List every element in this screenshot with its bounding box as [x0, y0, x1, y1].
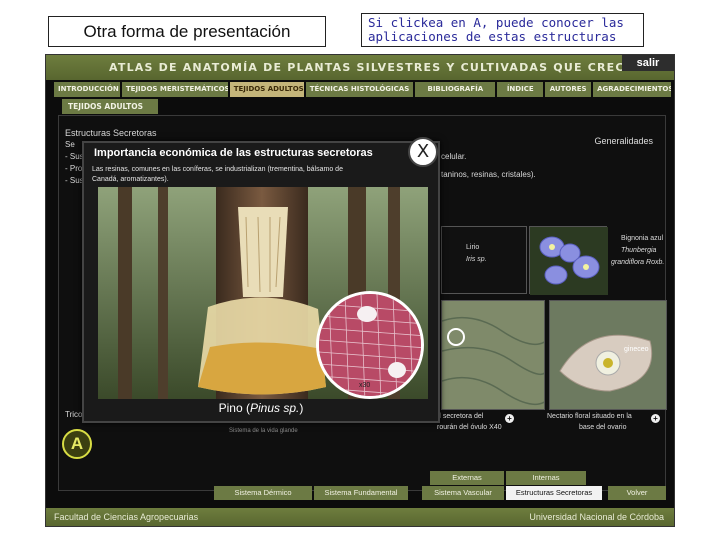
flower-ovary-image — [550, 301, 666, 409]
secretory-cell-micrograph[interactable] — [441, 300, 545, 410]
background-line-se: Se — [65, 140, 75, 149]
nectary-thumbnail[interactable]: gineceo — [549, 300, 667, 410]
footer-faculty: Facultad de Ciencias Agropecuarias — [54, 512, 199, 522]
subnav-tejidos-adultos[interactable]: TEJIDOS ADULTOS — [62, 99, 158, 114]
modal-body-line-1: Las resinas, comunes en las coníferas, s… — [92, 166, 343, 173]
lirio-thumbnail[interactable]: Lirio Iris sp. — [441, 226, 527, 294]
caption-bottom-left: Sistema de la vida glande — [229, 428, 298, 434]
background-heading: Estructuras Secretoras — [65, 128, 157, 138]
applications-a-button[interactable]: A — [62, 429, 92, 459]
plus-icon[interactable]: + — [651, 414, 660, 423]
background-right-1: celular. — [441, 152, 467, 161]
slide-caption-right: Si clickea en A, puede conocer las aplic… — [361, 13, 644, 47]
background-bullet-3: - Sus — [65, 176, 84, 185]
modal-title: Importancia económica de las estructuras… — [94, 147, 373, 159]
volver-button[interactable]: Volver — [608, 486, 666, 500]
slide-caption-left: Otra forma de presentación — [48, 16, 326, 47]
blue-flower-image — [530, 227, 608, 295]
pine-resin-photo: x30 — [98, 187, 428, 399]
background-bullet-1: - Sus — [65, 152, 84, 161]
modal-body: Las resinas, comunes en las coníferas, s… — [92, 165, 392, 185]
tab-externas[interactable]: Externas — [430, 471, 504, 485]
bignonia-species: grandiflora Roxb. — [611, 259, 665, 266]
app-header: ATLAS DE ANATOMÍA DE PLANTAS SILVESTRES … — [46, 55, 674, 80]
main-nav: INTRODUCCIÓN TEJIDOS MERISTEMÁTICOS TEJI… — [54, 82, 671, 97]
photo-caption-species: Pinus sp. — [250, 401, 300, 415]
tab-tejidos-adultos[interactable]: TEJIDOS ADULTOS — [229, 82, 304, 97]
tab-autores[interactable]: AUTORES — [545, 82, 592, 97]
caption-nectario-2: base del ovario — [579, 424, 627, 431]
slide: Otra forma de presentación Si clickea en… — [0, 0, 720, 540]
lirio-species: Iris sp. — [466, 256, 487, 263]
bignonia-genus: Thunbergia — [621, 247, 657, 254]
caption-secretora-2: rourán del óvulo X40 — [437, 424, 502, 431]
tab-introduccion[interactable]: INTRODUCCIÓN — [54, 82, 120, 97]
caption-nectario-1: Nectario floral situado en la — [547, 413, 632, 420]
bignonia-thumbnail[interactable] — [529, 226, 608, 295]
gineceo-label: gineceo — [624, 346, 649, 353]
background-bullet-2: - Pro — [65, 164, 83, 173]
atlas-app-window: ATLAS DE ANATOMÍA DE PLANTAS SILVESTRES … — [45, 54, 675, 527]
photo-caption-prefix: Pino ( — [218, 401, 250, 415]
background-right-2: taninos, resinas, cristales). — [441, 170, 536, 179]
tab-tejidos-meristematicos[interactable]: TEJIDOS MERISTEMÁTICOS — [121, 82, 228, 97]
tab-estructuras-secretoras[interactable]: Estructuras Secretoras — [506, 486, 602, 500]
caption-secretora-1: d secretora del — [437, 413, 484, 420]
tab-sistema-dermico[interactable]: Sistema Dérmico — [214, 486, 312, 500]
lirio-name: Lirio — [466, 244, 480, 251]
caption-left-text: Otra forma de presentación — [83, 21, 291, 41]
resin-duct-micrograph: x30 — [316, 291, 424, 399]
tab-agradecimientos[interactable]: AGRADECIMIENTOS — [593, 82, 671, 97]
magnification-label: x30 — [359, 382, 371, 389]
tab-internas[interactable]: Internas — [506, 471, 586, 485]
micrograph-image — [442, 301, 544, 409]
tab-tecnicas-histologicas[interactable]: TÉCNICAS HISTOLÓGICAS — [305, 82, 414, 97]
bignonia-name: Bignonia azul — [621, 235, 664, 242]
tab-sistema-fundamental[interactable]: Sistema Fundamental — [314, 486, 408, 500]
tab-indice[interactable]: ÍNDICE — [497, 82, 544, 97]
photo-caption: Pino (Pinus sp.) — [84, 401, 438, 415]
footer-university: Universidad Nacional de Córdoba — [529, 512, 664, 522]
tab-sistema-vascular[interactable]: Sistema Vascular — [422, 486, 504, 500]
caption-right-text: Si clickea en A, puede conocer las aplic… — [368, 15, 624, 44]
plus-icon[interactable]: + — [505, 414, 514, 423]
economic-importance-modal: Importancia económica de las estructuras… — [82, 137, 440, 423]
app-title: ATLAS DE ANATOMÍA DE PLANTAS SILVESTRES … — [109, 61, 674, 74]
app-footer: Facultad de Ciencias Agropecuarias Unive… — [46, 508, 674, 526]
tab-bibliografia[interactable]: BIBLIOGRAFÍA — [415, 82, 496, 97]
modal-close-button[interactable]: X — [408, 137, 438, 167]
generalidades-link[interactable]: Generalidades — [594, 136, 653, 146]
modal-body-line-2: Canadá, aromatizantes). — [92, 176, 169, 183]
photo-caption-suffix: ) — [299, 401, 304, 415]
exit-button[interactable]: salir — [622, 55, 674, 71]
background-tricoma: Trico — [65, 410, 83, 419]
